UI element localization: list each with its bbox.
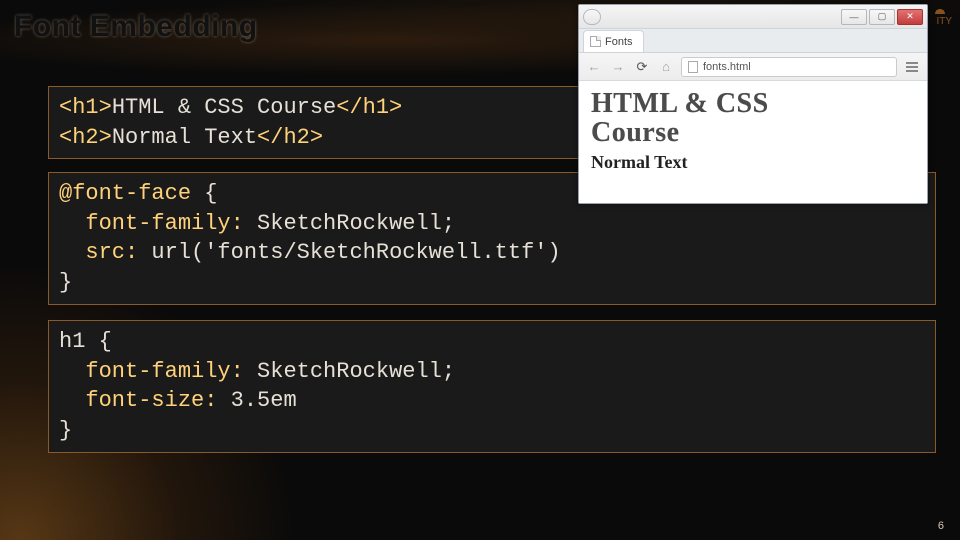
code-token: Normal Text xyxy=(112,125,257,150)
window-buttons: — ▢ ✕ xyxy=(841,9,923,25)
logo-text-fragment: ITY xyxy=(936,16,952,27)
code-token: HTML & CSS Course xyxy=(112,95,336,120)
close-button[interactable]: ✕ xyxy=(897,9,923,25)
code-token: src: xyxy=(59,240,138,265)
code-token: </h1> xyxy=(336,95,402,120)
code-token: <h1> xyxy=(59,95,112,120)
omnibox-url: fonts.html xyxy=(703,61,751,73)
code-token: ) xyxy=(548,240,561,265)
menu-button[interactable] xyxy=(903,58,921,76)
code-token: h1 xyxy=(59,329,85,354)
rendered-h1: HTML & CSS Course xyxy=(591,89,915,148)
code-token: { xyxy=(85,329,111,354)
rendered-h1-line1: HTML & CSS xyxy=(591,88,769,119)
code-token: 3.5em xyxy=(217,388,296,413)
code-token: SketchRockwell; xyxy=(244,359,455,384)
page-icon xyxy=(590,36,601,47)
code-token: font-family: xyxy=(59,359,244,384)
code-block-h1style: h1 { font-family: SketchRockwell; font-s… xyxy=(48,320,936,453)
code-token: 'fonts/SketchRockwell.ttf' xyxy=(204,240,547,265)
browser-address-bar: ← → ⟳ ⌂ fonts.html xyxy=(579,53,927,81)
rendered-h1-line2: Course xyxy=(591,117,680,148)
code-token: url( xyxy=(138,240,204,265)
minimize-button[interactable]: — xyxy=(841,9,867,25)
code-token: font-size: xyxy=(59,388,217,413)
code-token: </h2> xyxy=(257,125,323,150)
browser-window: — ▢ ✕ Fonts ← → ⟳ ⌂ fonts.html HTML & CS… xyxy=(578,4,928,204)
code-token: <h2> xyxy=(59,125,112,150)
code-token: font-family: xyxy=(59,211,244,236)
forward-button[interactable]: → xyxy=(609,58,627,76)
code-block-html: <h1>HTML & CSS Course</h1> <h2>Normal Te… xyxy=(48,86,588,159)
code-token: } xyxy=(59,418,72,443)
browser-tabstrip: Fonts xyxy=(579,29,927,53)
browser-titlebar: — ▢ ✕ xyxy=(579,5,927,29)
logo-sun-icon xyxy=(928,2,952,14)
browser-process-indicator xyxy=(583,9,601,25)
omnibox[interactable]: fonts.html xyxy=(681,57,897,77)
browser-tab[interactable]: Fonts xyxy=(583,30,644,52)
code-token: } xyxy=(59,270,72,295)
browser-viewport: HTML & CSS Course Normal Text xyxy=(579,81,927,203)
back-button[interactable]: ← xyxy=(585,58,603,76)
code-token: { xyxy=(191,181,217,206)
page-number: 6 xyxy=(938,520,944,532)
slide-title: Font Embedding xyxy=(14,10,258,44)
code-token: SketchRockwell; xyxy=(244,211,455,236)
tab-title: Fonts xyxy=(605,36,633,48)
reload-button[interactable]: ⟳ xyxy=(633,58,651,76)
maximize-button[interactable]: ▢ xyxy=(869,9,895,25)
code-token: @font-face xyxy=(59,181,191,206)
home-button[interactable]: ⌂ xyxy=(657,58,675,76)
document-icon xyxy=(688,61,698,73)
rendered-h2: Normal Text xyxy=(591,152,915,173)
